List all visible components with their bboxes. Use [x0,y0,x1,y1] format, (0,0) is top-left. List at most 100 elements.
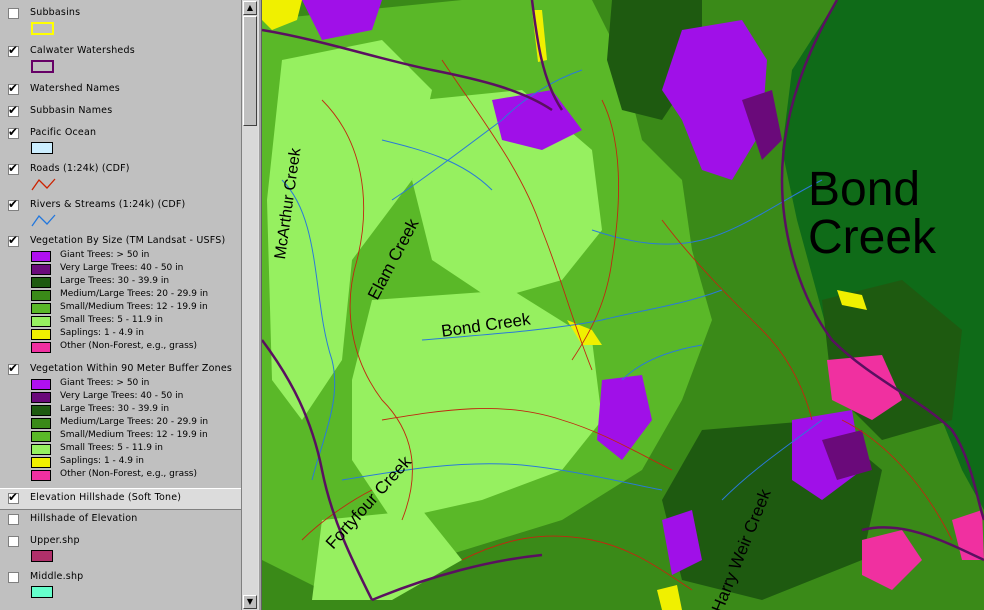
scroll-thumb[interactable] [243,16,257,126]
layer-vegetation-by-size[interactable]: Vegetation By Size (TM Landsat - USFS) G… [0,233,241,353]
map-view[interactable]: Bond Creek McArthur Creek Elam Creek Bon… [262,0,984,610]
legend-scrollbar[interactable]: ▲ ▼ [241,0,258,610]
class-label: Saplings: 1 - 4.9 in [60,328,145,338]
watershed-label-bond-creek: Bond Creek [808,166,936,262]
legend-class: Small/Medium Trees: 12 - 19.9 in [31,430,241,443]
layer-name: Watershed Names [30,83,120,94]
layer-name: Vegetation Within 90 Meter Buffer Zones [30,363,233,374]
class-label: Other (Non-Forest, e.g., grass) [60,469,197,479]
layer-checkbox[interactable] [8,572,19,583]
class-swatch [31,264,51,275]
scroll-up-button[interactable]: ▲ [243,1,257,15]
layer-checkbox[interactable] [8,161,19,175]
table-of-contents-panel: Subbasins Calwater Watersheds Watershed … [0,0,258,610]
class-swatch [31,303,51,314]
class-swatch [31,251,51,262]
layer-watershed-names[interactable]: Watershed Names [0,81,241,98]
class-label: Small/Medium Trees: 12 - 19.9 in [60,302,208,312]
legend-class: Very Large Trees: 40 - 50 in [31,391,241,404]
layer-roads[interactable]: Roads (1:24k) (CDF) [0,161,241,191]
class-swatch [31,342,51,353]
class-label: Saplings: 1 - 4.9 in [60,456,145,466]
layer-name: Hillshade of Elevation [30,513,138,524]
layer-vegetation-buffer-zones[interactable]: Vegetation Within 90 Meter Buffer Zones … [0,361,241,481]
legend-class: Saplings: 1 - 4.9 in [31,328,241,341]
legend-class: Other (Non-Forest, e.g., grass) [31,341,241,354]
layer-name: Elevation Hillshade (Soft Tone) [30,492,182,503]
layer-checkbox[interactable] [8,514,19,525]
legend-class: Giant Trees: > 50 in [31,378,241,391]
legend-class: Medium/Large Trees: 20 - 29.9 in [31,289,241,302]
legend-class: Large Trees: 30 - 39.9 in [31,404,241,417]
layer-calwater-watersheds[interactable]: Calwater Watersheds [0,43,241,73]
layer-checkbox[interactable] [8,125,19,139]
layer-rivers-streams[interactable]: Rivers & Streams (1:24k) (CDF) [0,197,241,227]
layer-name: Roads (1:24k) (CDF) [30,163,130,174]
class-label: Giant Trees: > 50 in [60,378,150,388]
layer-name: Vegetation By Size (TM Landsat - USFS) [30,235,226,246]
legend-class: Other (Non-Forest, e.g., grass) [31,469,241,482]
class-label: Medium/Large Trees: 20 - 29.9 in [60,417,209,427]
class-swatch [31,405,51,416]
legend-class: Giant Trees: > 50 in [31,250,241,263]
layer-middle-shp[interactable]: Middle.shp [0,570,241,598]
layer-checkbox[interactable] [8,43,19,57]
layer-checkbox[interactable] [8,81,19,95]
layer-checkbox[interactable] [8,8,19,19]
line-symbol [31,214,56,227]
outline-symbol [31,22,54,35]
layer-elevation-hillshade-soft[interactable]: Elevation Hillshade (Soft Tone) [0,488,241,510]
class-swatch [31,379,51,390]
class-swatch [31,277,51,288]
class-label: Large Trees: 30 - 39.9 in [60,404,170,414]
class-swatch [31,316,51,327]
layer-upper-shp[interactable]: Upper.shp [0,534,241,562]
layer-checkbox[interactable] [8,490,19,504]
class-label: Giant Trees: > 50 in [60,250,150,260]
class-swatch [31,444,51,455]
layer-checkbox[interactable] [8,361,19,375]
class-swatch [31,392,51,403]
class-swatch [31,431,51,442]
legend-class: Large Trees: 30 - 39.9 in [31,276,241,289]
scroll-down-button[interactable]: ▼ [243,595,257,609]
class-label: Medium/Large Trees: 20 - 29.9 in [60,289,209,299]
legend-class: Very Large Trees: 40 - 50 in [31,263,241,276]
layer-name: Upper.shp [30,535,80,546]
layer-checkbox[interactable] [8,197,19,211]
class-label: Very Large Trees: 40 - 50 in [60,391,184,401]
legend-class: Small/Medium Trees: 12 - 19.9 in [31,302,241,315]
layer-checkbox[interactable] [8,233,19,247]
legend-class: Small Trees: 5 - 11.9 in [31,315,241,328]
fill-symbol [31,142,53,154]
layer-list: Subbasins Calwater Watersheds Watershed … [0,0,241,610]
class-label: Very Large Trees: 40 - 50 in [60,263,184,273]
class-label: Small/Medium Trees: 12 - 19.9 in [60,430,208,440]
map-canvas [262,0,984,610]
layer-name: Subbasin Names [30,105,113,116]
fill-symbol [31,550,53,562]
class-swatch [31,329,51,340]
line-symbol [31,178,56,191]
watershed-label-line: Bond [808,163,921,216]
class-label: Large Trees: 30 - 39.9 in [60,276,170,286]
layer-hillshade-of-elevation[interactable]: Hillshade of Elevation [0,512,241,528]
layer-checkbox[interactable] [8,536,19,547]
class-label: Small Trees: 5 - 11.9 in [60,443,163,453]
class-swatch [31,470,51,481]
class-swatch [31,418,51,429]
layer-name: Calwater Watersheds [30,45,135,56]
layer-name: Middle.shp [30,571,84,582]
class-label: Small Trees: 5 - 11.9 in [60,315,163,325]
layer-subbasins[interactable]: Subbasins [0,6,241,35]
layer-subbasin-names[interactable]: Subbasin Names [0,103,241,120]
class-label: Other (Non-Forest, e.g., grass) [60,341,197,351]
legend-class: Saplings: 1 - 4.9 in [31,456,241,469]
fill-symbol [31,586,53,598]
legend-class: Medium/Large Trees: 20 - 29.9 in [31,417,241,430]
class-swatch [31,290,51,301]
layer-checkbox[interactable] [8,103,19,117]
layer-pacific-ocean[interactable]: Pacific Ocean [0,125,241,154]
layer-name: Rivers & Streams (1:24k) (CDF) [30,199,186,210]
legend-class: Small Trees: 5 - 11.9 in [31,443,241,456]
